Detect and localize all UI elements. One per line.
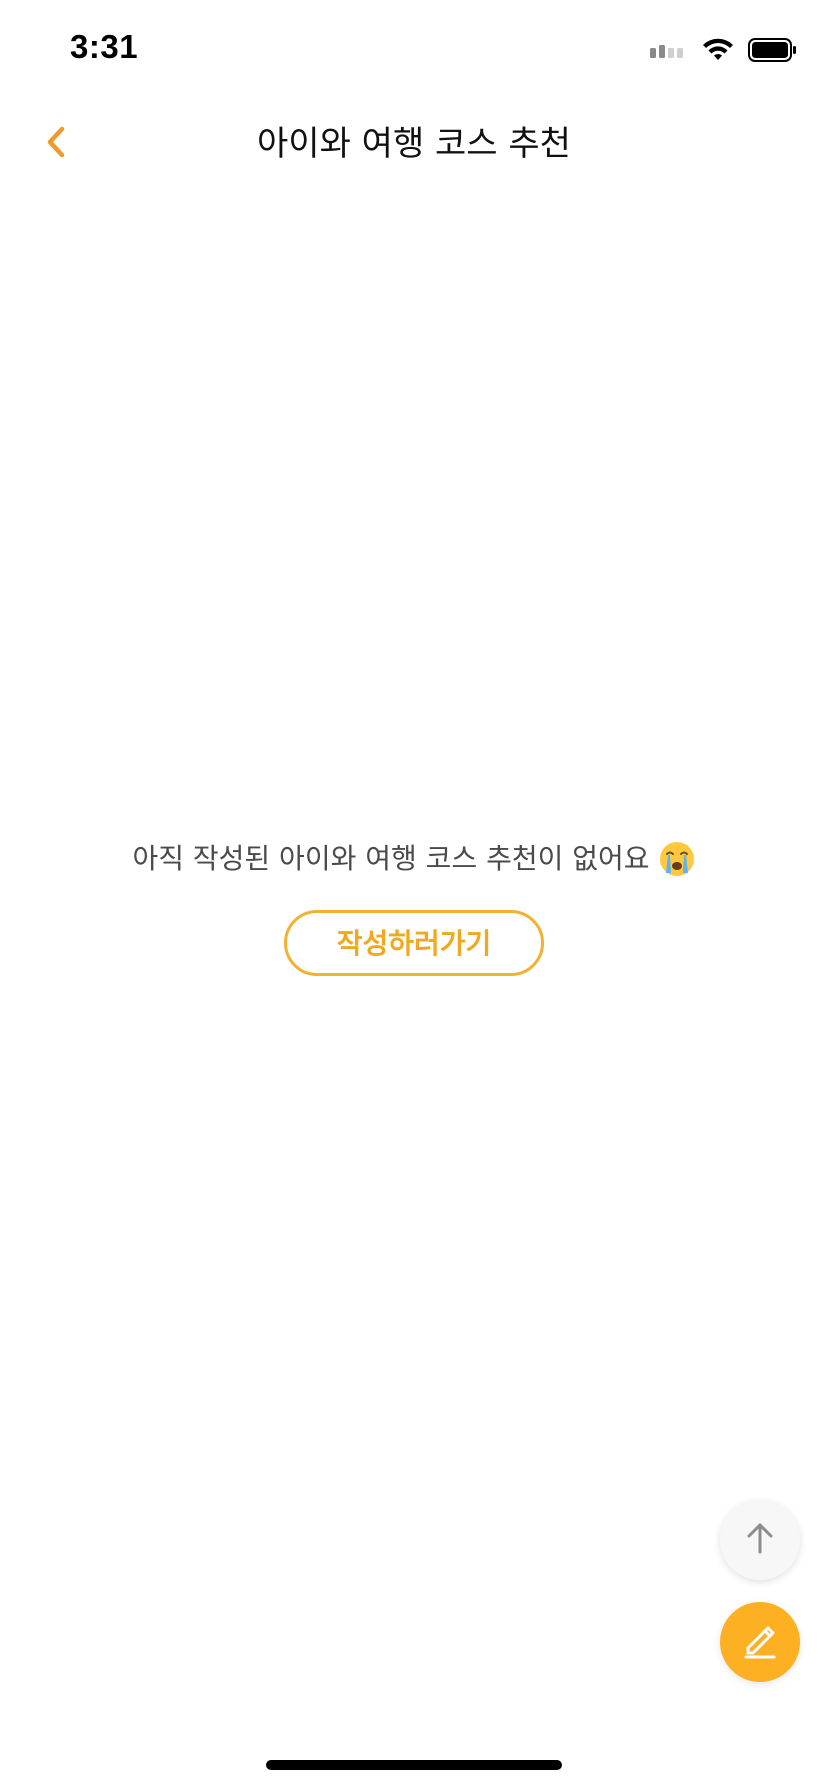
battery-icon bbox=[748, 38, 798, 62]
cellular-signal-icon bbox=[650, 42, 688, 58]
pencil-icon bbox=[738, 1618, 782, 1666]
wifi-icon bbox=[702, 38, 734, 62]
empty-state: 아직 작성된 아이와 여행 코스 추천이 없어요 작성하러가기 bbox=[0, 836, 828, 976]
navigation-bar: 아이와 여행 코스 추천 bbox=[0, 100, 828, 188]
arrow-up-icon bbox=[740, 1518, 780, 1562]
status-bar: 3:31 bbox=[0, 0, 828, 100]
status-time: 3:31 bbox=[70, 28, 139, 65]
scroll-to-top-button[interactable] bbox=[720, 1500, 800, 1580]
page-title: 아이와 여행 코스 추천 bbox=[257, 124, 571, 164]
write-post-button[interactable] bbox=[720, 1602, 800, 1682]
crying-face-icon bbox=[658, 840, 696, 878]
home-indicator bbox=[266, 1760, 562, 1770]
go-write-button[interactable]: 작성하러가기 bbox=[284, 910, 544, 976]
empty-message-text: 아직 작성된 아이와 여행 코스 추천이 없어요 bbox=[132, 842, 650, 875]
status-icons bbox=[650, 36, 798, 64]
empty-message: 아직 작성된 아이와 여행 코스 추천이 없어요 bbox=[132, 836, 695, 882]
